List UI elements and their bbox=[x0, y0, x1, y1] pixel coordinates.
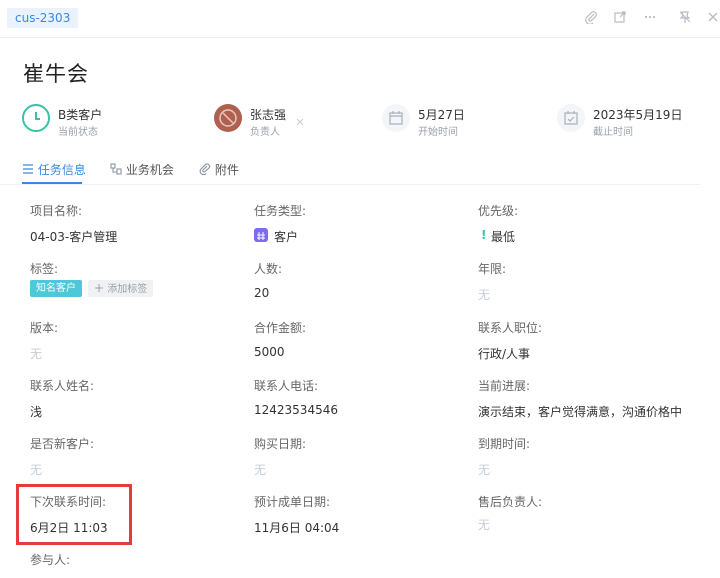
field-value-purchase-date[interactable]: 无 bbox=[254, 461, 266, 478]
calendar-check-icon bbox=[557, 104, 585, 132]
field-value-contact-phone[interactable]: 12423534546 bbox=[254, 403, 338, 417]
top-bar: cus-2303 bbox=[0, 0, 720, 38]
field-label-due-time: 到期时间: bbox=[478, 437, 531, 451]
tab-label: 业务机会 bbox=[125, 163, 174, 177]
open-external-icon[interactable] bbox=[612, 10, 628, 26]
field-label-project-name: 项目名称: bbox=[30, 204, 83, 218]
field-label-contact-phone: 联系人电话: bbox=[254, 379, 319, 393]
field-label-amount: 合作金额: bbox=[254, 321, 307, 335]
opportunity-icon bbox=[110, 163, 122, 178]
field-label-purchase-date: 购买日期: bbox=[254, 437, 307, 451]
add-tag-label: 添加标签 bbox=[107, 284, 148, 295]
page-title: 崔牛会 bbox=[23, 62, 89, 86]
field-label-people-count: 人数: bbox=[254, 262, 283, 276]
field-value-after-sales[interactable]: 无 bbox=[478, 516, 490, 533]
close-icon[interactable] bbox=[705, 10, 720, 26]
field-label-progress: 当前进展: bbox=[478, 379, 531, 393]
avatar bbox=[214, 104, 242, 132]
field-value-amount[interactable]: 5000 bbox=[254, 345, 285, 359]
field-value-project-name[interactable]: 04-03-客户管理 bbox=[30, 228, 117, 245]
field-label-years: 年限: bbox=[478, 262, 507, 276]
field-label-tags: 标签: bbox=[30, 262, 59, 276]
priority-icon: ! bbox=[481, 228, 487, 242]
clock-icon bbox=[22, 104, 50, 132]
more-icon[interactable] bbox=[642, 10, 658, 26]
field-value-priority[interactable]: 最低 bbox=[491, 228, 515, 245]
stat-value: B类客户 bbox=[58, 108, 103, 122]
field-value-years[interactable]: 无 bbox=[478, 286, 490, 303]
field-value-contact-position[interactable]: 行政/人事 bbox=[478, 345, 530, 362]
tab-task-info[interactable]: 任务信息 bbox=[22, 161, 86, 178]
tab-label: 任务信息 bbox=[37, 163, 86, 177]
unpin-icon[interactable] bbox=[677, 10, 693, 26]
tab-bar: 任务信息 业务机会 附件 bbox=[0, 154, 700, 185]
field-label-task-type: 任务类型: bbox=[254, 204, 307, 218]
tab-opportunities[interactable]: 业务机会 bbox=[110, 161, 174, 178]
field-label-contact-position: 联系人职位: bbox=[478, 321, 543, 335]
task-id-badge[interactable]: cus-2303 bbox=[7, 8, 79, 28]
field-value-task-type[interactable]: 客户 bbox=[274, 228, 298, 245]
add-tag-button[interactable]: + 添加标签 bbox=[88, 280, 154, 297]
stat-label: 开始时间 bbox=[418, 127, 458, 138]
stat-value: 张志强 bbox=[250, 108, 287, 122]
tab-label: 附件 bbox=[214, 163, 239, 177]
field-label-expected-close: 预计成单日期: bbox=[254, 495, 331, 509]
field-value-version[interactable]: 无 bbox=[30, 345, 42, 362]
attachment-icon[interactable] bbox=[583, 10, 599, 26]
highlight-box bbox=[16, 484, 132, 545]
paperclip-icon bbox=[199, 163, 211, 178]
plus-icon: + bbox=[94, 281, 105, 295]
field-value-due-time[interactable]: 无 bbox=[478, 461, 490, 478]
stat-value: 5月27日 bbox=[418, 108, 465, 122]
field-label-version: 版本: bbox=[30, 321, 59, 335]
stat-label: 负责人 bbox=[250, 127, 280, 138]
calendar-icon bbox=[382, 104, 410, 132]
field-label-participants: 参与人: bbox=[30, 553, 71, 567]
field-label-after-sales: 售后负责人: bbox=[478, 495, 543, 509]
field-value-is-new-customer[interactable]: 无 bbox=[30, 461, 42, 478]
active-tab-indicator bbox=[22, 182, 82, 184]
field-label-contact-name: 联系人姓名: bbox=[30, 379, 95, 393]
field-label-is-new-customer: 是否新客户: bbox=[30, 437, 95, 451]
list-icon bbox=[22, 163, 34, 178]
field-value-expected-close[interactable]: 11月6日 04:04 bbox=[254, 519, 339, 536]
stat-label: 当前状态 bbox=[58, 127, 98, 138]
customer-type-icon bbox=[254, 228, 268, 242]
field-value-contact-name[interactable]: 浅 bbox=[30, 403, 42, 420]
tag-chip[interactable]: 知名客户 bbox=[30, 280, 82, 297]
field-label-priority: 优先级: bbox=[478, 204, 519, 218]
remove-owner-icon[interactable] bbox=[295, 112, 305, 126]
tab-attachments[interactable]: 附件 bbox=[199, 161, 239, 178]
stat-label: 截止时间 bbox=[593, 127, 633, 138]
stat-value: 2023年5月19日 bbox=[593, 108, 683, 122]
field-value-progress[interactable]: 演示结束，客户觉得满意，沟通价格中 bbox=[478, 403, 682, 420]
field-value-people-count[interactable]: 20 bbox=[254, 286, 269, 300]
